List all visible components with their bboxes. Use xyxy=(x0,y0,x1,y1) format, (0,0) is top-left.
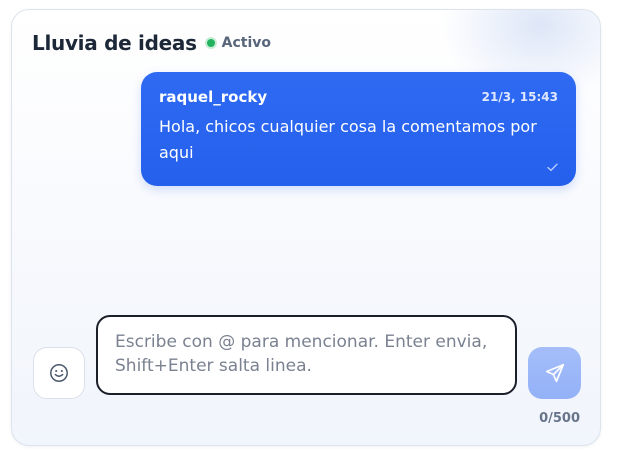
status-label: Activo xyxy=(221,35,272,51)
status-dot-icon xyxy=(204,37,217,49)
smiley-icon xyxy=(50,364,68,382)
send-button[interactable] xyxy=(528,347,581,399)
message-author: raquel_rocky xyxy=(159,88,268,106)
char-counter: 0/500 xyxy=(539,411,580,426)
message-text: Hola, chicos cualquier cosa la comentamo… xyxy=(159,117,537,162)
message-bubble: raquel_rocky 21/3, 15:43 Hola, chicos cu… xyxy=(141,72,576,186)
status-badge: Activo xyxy=(204,35,272,51)
channel-title: Lluvia de ideas xyxy=(32,31,197,55)
check-icon xyxy=(547,161,558,175)
message-input[interactable] xyxy=(96,315,517,395)
emoji-button[interactable] xyxy=(33,347,85,399)
chat-panel: Lluvia de ideas Activo raquel_rocky 21/3… xyxy=(11,9,601,446)
chat-header: Lluvia de ideas Activo xyxy=(32,29,271,57)
paper-plane-icon xyxy=(545,363,564,383)
message-time: 21/3, 15:43 xyxy=(481,90,558,104)
